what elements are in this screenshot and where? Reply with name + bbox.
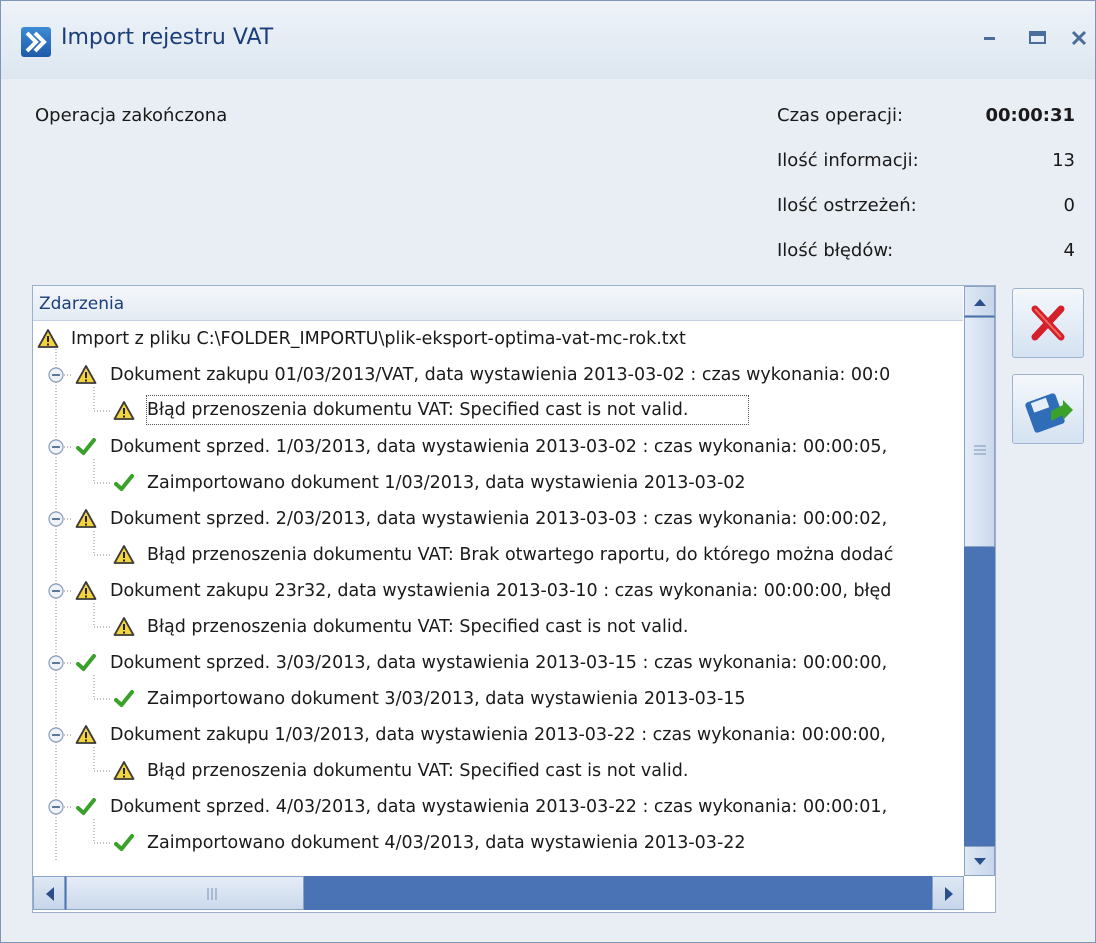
stat-label-info: Ilość informacji: <box>777 150 919 171</box>
tree-row[interactable]: Dokument sprzed. 4/03/2013, data wystawi… <box>33 789 963 825</box>
warning-icon <box>113 401 135 420</box>
stat-label-time: Czas operacji: <box>777 105 904 126</box>
cancel-button[interactable] <box>1012 288 1084 358</box>
check-icon <box>114 474 134 491</box>
collapse-toggle-icon[interactable] <box>47 654 65 672</box>
tree-row-text: Zaimportowano dokument 1/03/2013, data w… <box>147 473 746 493</box>
grip-icon <box>974 445 986 455</box>
vertical-scroll-thumb[interactable] <box>964 317 995 547</box>
collapse-toggle-icon[interactable] <box>47 582 65 600</box>
warning-icon <box>75 581 97 600</box>
warning-icon <box>113 617 135 636</box>
import-dialog: Import rejestru VAT Operacja zakończona … <box>0 0 1096 943</box>
tree-row[interactable]: Błąd przenoszenia dokumentu VAT: Specifi… <box>33 753 963 789</box>
warning-icon <box>75 365 97 384</box>
tree-row[interactable]: Zaimportowano dokument 1/03/2013, data w… <box>33 465 963 501</box>
scroll-up-button[interactable] <box>964 286 995 316</box>
arrow-forward-icon <box>21 27 51 57</box>
cancel-x-icon <box>1031 305 1065 341</box>
tree-row[interactable]: Dokument sprzed. 3/03/2013, data wystawi… <box>33 645 963 681</box>
tree-row[interactable]: Zaimportowano dokument 4/03/2013, data w… <box>33 825 963 861</box>
tree-row[interactable]: Dokument zakupu 1/03/2013, data wystawie… <box>33 717 963 753</box>
scroll-left-button[interactable] <box>33 876 65 910</box>
arrow-left-icon <box>46 887 54 901</box>
warning-icon <box>75 725 97 744</box>
tree-row[interactable]: Import z pliku C:\FOLDER_IMPORTU\plik-ek… <box>33 321 963 357</box>
check-icon <box>76 654 96 671</box>
warning-icon <box>113 545 135 564</box>
stat-value-errors: 4 <box>1063 240 1075 261</box>
tree-row-text: Dokument zakupu 23r32, data wystawienia … <box>110 581 892 601</box>
tree-row[interactable]: Błąd przenoszenia dokumentu VAT: Specifi… <box>33 609 963 645</box>
save-export-button[interactable] <box>1012 374 1084 444</box>
tree-row-text: Import z pliku C:\FOLDER_IMPORTU\plik-ek… <box>71 329 686 349</box>
collapse-toggle-icon[interactable] <box>47 366 65 384</box>
tree-row[interactable]: Błąd przenoszenia dokumentu VAT: Specifi… <box>33 393 963 429</box>
minimize-button[interactable] <box>975 23 1005 53</box>
tree-row-text: Zaimportowano dokument 3/03/2013, data w… <box>147 689 746 709</box>
maximize-button[interactable] <box>1023 23 1053 53</box>
tree-row-text: Błąd przenoszenia dokumentu VAT: Brak ot… <box>147 545 894 565</box>
events-header-label: Zdarzenia <box>39 294 125 314</box>
collapse-toggle-icon[interactable] <box>47 798 65 816</box>
warning-icon <box>113 761 135 780</box>
tree-row[interactable]: Dokument sprzed. 2/03/2013, data wystawi… <box>33 501 963 537</box>
arrow-up-icon <box>974 299 986 306</box>
scroll-right-button[interactable] <box>932 876 964 910</box>
collapse-toggle-icon[interactable] <box>47 726 65 744</box>
events-tree[interactable]: Import z pliku C:\FOLDER_IMPORTU\plik-ek… <box>33 321 963 875</box>
maximize-icon <box>1029 31 1046 44</box>
check-icon <box>114 690 134 707</box>
tree-row-text: Dokument sprzed. 3/03/2013, data wystawi… <box>110 653 888 673</box>
tree-row[interactable]: Dokument zakupu 23r32, data wystawienia … <box>33 573 963 609</box>
tree-row[interactable]: Zaimportowano dokument 3/03/2013, data w… <box>33 681 963 717</box>
arrow-down-icon <box>974 858 986 865</box>
events-header[interactable]: Zdarzenia <box>33 286 963 321</box>
operation-status: Operacja zakończona <box>35 105 228 126</box>
stat-label-warnings: Ilość ostrzeżeń: <box>777 195 917 216</box>
tree-row-text: Dokument sprzed. 2/03/2013, data wystawi… <box>110 509 888 529</box>
check-icon <box>76 798 96 815</box>
stat-label-errors: Ilość błędów: <box>777 240 894 261</box>
grip-icon <box>207 888 217 900</box>
title-bar[interactable]: Import rejestru VAT <box>1 1 1095 79</box>
save-export-icon <box>1025 393 1073 433</box>
tree-row-text: Dokument zakupu 1/03/2013, data wystawie… <box>110 725 886 745</box>
stat-value-warnings: 0 <box>1063 195 1075 216</box>
window-title: Import rejestru VAT <box>61 25 274 50</box>
horizontal-scroll-thumb[interactable] <box>66 876 304 910</box>
tree-row-text: Dokument sprzed. 1/03/2013, data wystawi… <box>110 437 888 457</box>
stat-value-info: 13 <box>1052 150 1075 171</box>
collapse-toggle-icon[interactable] <box>47 510 65 528</box>
tree-row-text: Błąd przenoszenia dokumentu VAT: Specifi… <box>147 617 689 637</box>
tree-row-text: Dokument sprzed. 4/03/2013, data wystawi… <box>110 797 888 817</box>
arrow-right-icon <box>945 887 953 901</box>
close-icon <box>1071 30 1087 46</box>
scroll-down-button[interactable] <box>964 846 995 876</box>
tree-row[interactable]: Dokument zakupu 01/03/2013/VAT, data wys… <box>33 357 963 393</box>
check-icon <box>114 834 134 851</box>
vertical-scrollbar[interactable] <box>964 286 995 876</box>
close-button[interactable] <box>1065 23 1095 53</box>
stat-value-time: 00:00:31 <box>985 105 1075 126</box>
events-tree-panel[interactable]: Zdarzenia Import z pliku C:\FOLDER_IMPOR… <box>32 285 996 913</box>
minimize-icon <box>984 37 995 40</box>
warning-icon <box>37 329 59 348</box>
tree-row-text: Dokument zakupu 01/03/2013/VAT, data wys… <box>110 365 891 385</box>
check-icon <box>76 438 96 455</box>
tree-row[interactable]: Błąd przenoszenia dokumentu VAT: Brak ot… <box>33 537 963 573</box>
tree-row-text: Błąd przenoszenia dokumentu VAT: Specifi… <box>145 395 750 425</box>
collapse-toggle-icon[interactable] <box>47 438 65 456</box>
tree-row-text: Błąd przenoszenia dokumentu VAT: Specifi… <box>147 761 689 781</box>
tree-row-text: Zaimportowano dokument 4/03/2013, data w… <box>147 833 746 853</box>
warning-icon <box>75 509 97 528</box>
tree-row[interactable]: Dokument sprzed. 1/03/2013, data wystawi… <box>33 429 963 465</box>
horizontal-scrollbar[interactable] <box>33 876 964 910</box>
